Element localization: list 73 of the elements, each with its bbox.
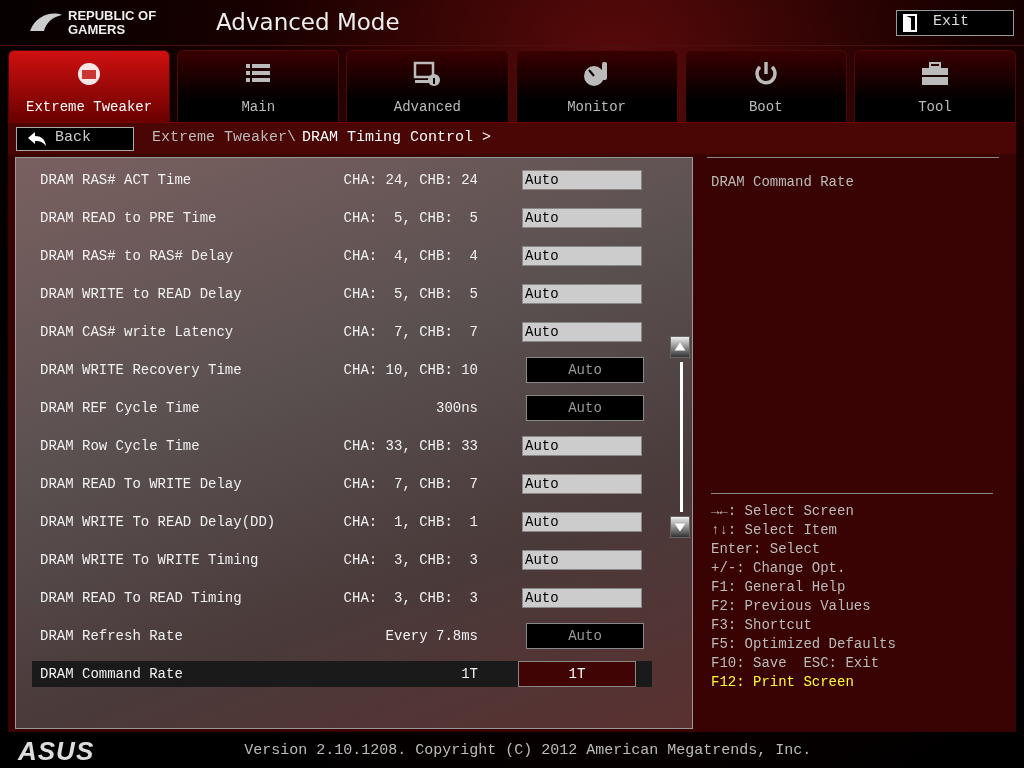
option-selector[interactable]: Auto [526, 357, 644, 383]
value-field[interactable]: Auto [522, 588, 642, 608]
value-field[interactable]: Auto [522, 436, 642, 456]
brand-logo: ASUS [18, 734, 95, 768]
setting-label: DRAM REF Cycle Time [40, 398, 201, 418]
setting-reading: CHA: 3, CHB: 3 [342, 550, 478, 570]
scrollbar-track[interactable] [679, 362, 683, 512]
setting-reading: 300ns [435, 398, 478, 418]
value-field[interactable]: Auto [522, 246, 642, 266]
tab[interactable]: Boot [684, 50, 847, 122]
setting-reading: Every 7.8ms [384, 626, 478, 646]
door-icon [903, 13, 917, 32]
key-help-line: →←: Select Screen [711, 502, 855, 521]
mode-title: Advanced Mode [216, 8, 400, 38]
setting-label: DRAM READ To READ Timing [40, 588, 243, 608]
value-field[interactable]: Auto [522, 474, 642, 494]
option-selector[interactable]: 1T [518, 661, 636, 687]
setting-label: DRAM WRITE to READ Delay [40, 284, 243, 304]
setting-label: DRAM Row Cycle Time [40, 436, 201, 456]
scroll-down-icon[interactable] [670, 516, 690, 538]
value-field[interactable]: Auto [522, 322, 642, 342]
help-title: DRAM Command Rate [711, 173, 855, 192]
exit-button[interactable]: Exit [896, 9, 1014, 36]
setting-label: DRAM WRITE Recovery Time [40, 360, 243, 380]
key-help-line: F2: Previous Values [711, 597, 872, 616]
setting-label: DRAM READ to PRE Time [40, 208, 218, 228]
logo-text: REPUBLIC OF GAMERS [68, 8, 158, 37]
option-selector[interactable]: Auto [526, 623, 644, 649]
version-text: Version 2.10.1208. Copyright (C) 2012 American Megatrends, Inc. [244, 740, 812, 761]
option-selector[interactable]: Auto [526, 395, 644, 421]
setting-label: DRAM Command Rate [40, 664, 184, 684]
setting-reading: CHA: 1, CHB: 1 [342, 512, 478, 532]
breadcrumb-parent: Extreme Tweaker\ [152, 128, 297, 149]
setting-reading: 1T [460, 664, 478, 684]
setting-label: DRAM WRITE To WRITE Timing [40, 550, 260, 570]
setting-reading: CHA: 5, CHB: 5 [342, 284, 478, 304]
tab[interactable]: Main [177, 50, 340, 122]
setting-label: DRAM WRITE To READ Delay(DD) [40, 512, 277, 532]
key-help-line: ↑↓: Select Item [711, 521, 839, 540]
tab[interactable]: Tool [853, 50, 1017, 122]
setting-reading: CHA: 7, CHB: 7 [342, 322, 478, 342]
setting-reading: CHA: 5, CHB: 5 [342, 208, 478, 228]
value-field[interactable]: Auto [522, 208, 642, 228]
value-field[interactable]: Auto [522, 170, 642, 190]
key-help-line: +/-: Change Opt. [711, 559, 847, 578]
setting-label: DRAM READ To WRITE Delay [40, 474, 243, 494]
setting-label: DRAM Refresh Rate [40, 626, 184, 646]
setting-reading: CHA: 10, CHB: 10 [342, 360, 478, 380]
key-help-line: F3: Shortcut [711, 616, 813, 635]
key-help-line: F12: Print Screen [711, 673, 855, 692]
setting-reading: CHA: 4, CHB: 4 [342, 246, 478, 266]
scroll-up-icon[interactable] [670, 336, 690, 358]
back-button[interactable]: Back [16, 126, 134, 151]
value-field[interactable]: Auto [522, 284, 642, 304]
setting-label: DRAM RAS# ACT Time [40, 170, 193, 190]
setting-label: DRAM RAS# to RAS# Delay [40, 246, 235, 266]
setting-reading: CHA: 24, CHB: 24 [342, 170, 478, 190]
setting-label: DRAM CAS# write Latency [40, 322, 235, 342]
key-help-line: F5: Optimized Defaults [711, 635, 897, 654]
setting-reading: CHA: 33, CHB: 33 [342, 436, 478, 456]
value-field[interactable]: Auto [522, 512, 642, 532]
breadcrumb-current: DRAM Timing Control > [302, 128, 492, 149]
key-help-line: F1: General Help [711, 578, 847, 597]
tab[interactable]: Extreme Tweaker [8, 50, 171, 122]
back-arrow-icon [27, 130, 47, 147]
setting-reading: CHA: 7, CHB: 7 [342, 474, 478, 494]
key-help-line: F10: Save ESC: Exit [711, 654, 881, 673]
key-help-line: Enter: Select [711, 540, 822, 559]
value-field[interactable]: Auto [522, 550, 642, 570]
setting-reading: CHA: 3, CHB: 3 [342, 588, 478, 608]
tab[interactable]: Monitor [515, 50, 678, 122]
selected-row-highlight[interactable]: DRAM Command Rate 1T 1T [32, 661, 652, 687]
tab[interactable]: Advanced [346, 50, 509, 122]
